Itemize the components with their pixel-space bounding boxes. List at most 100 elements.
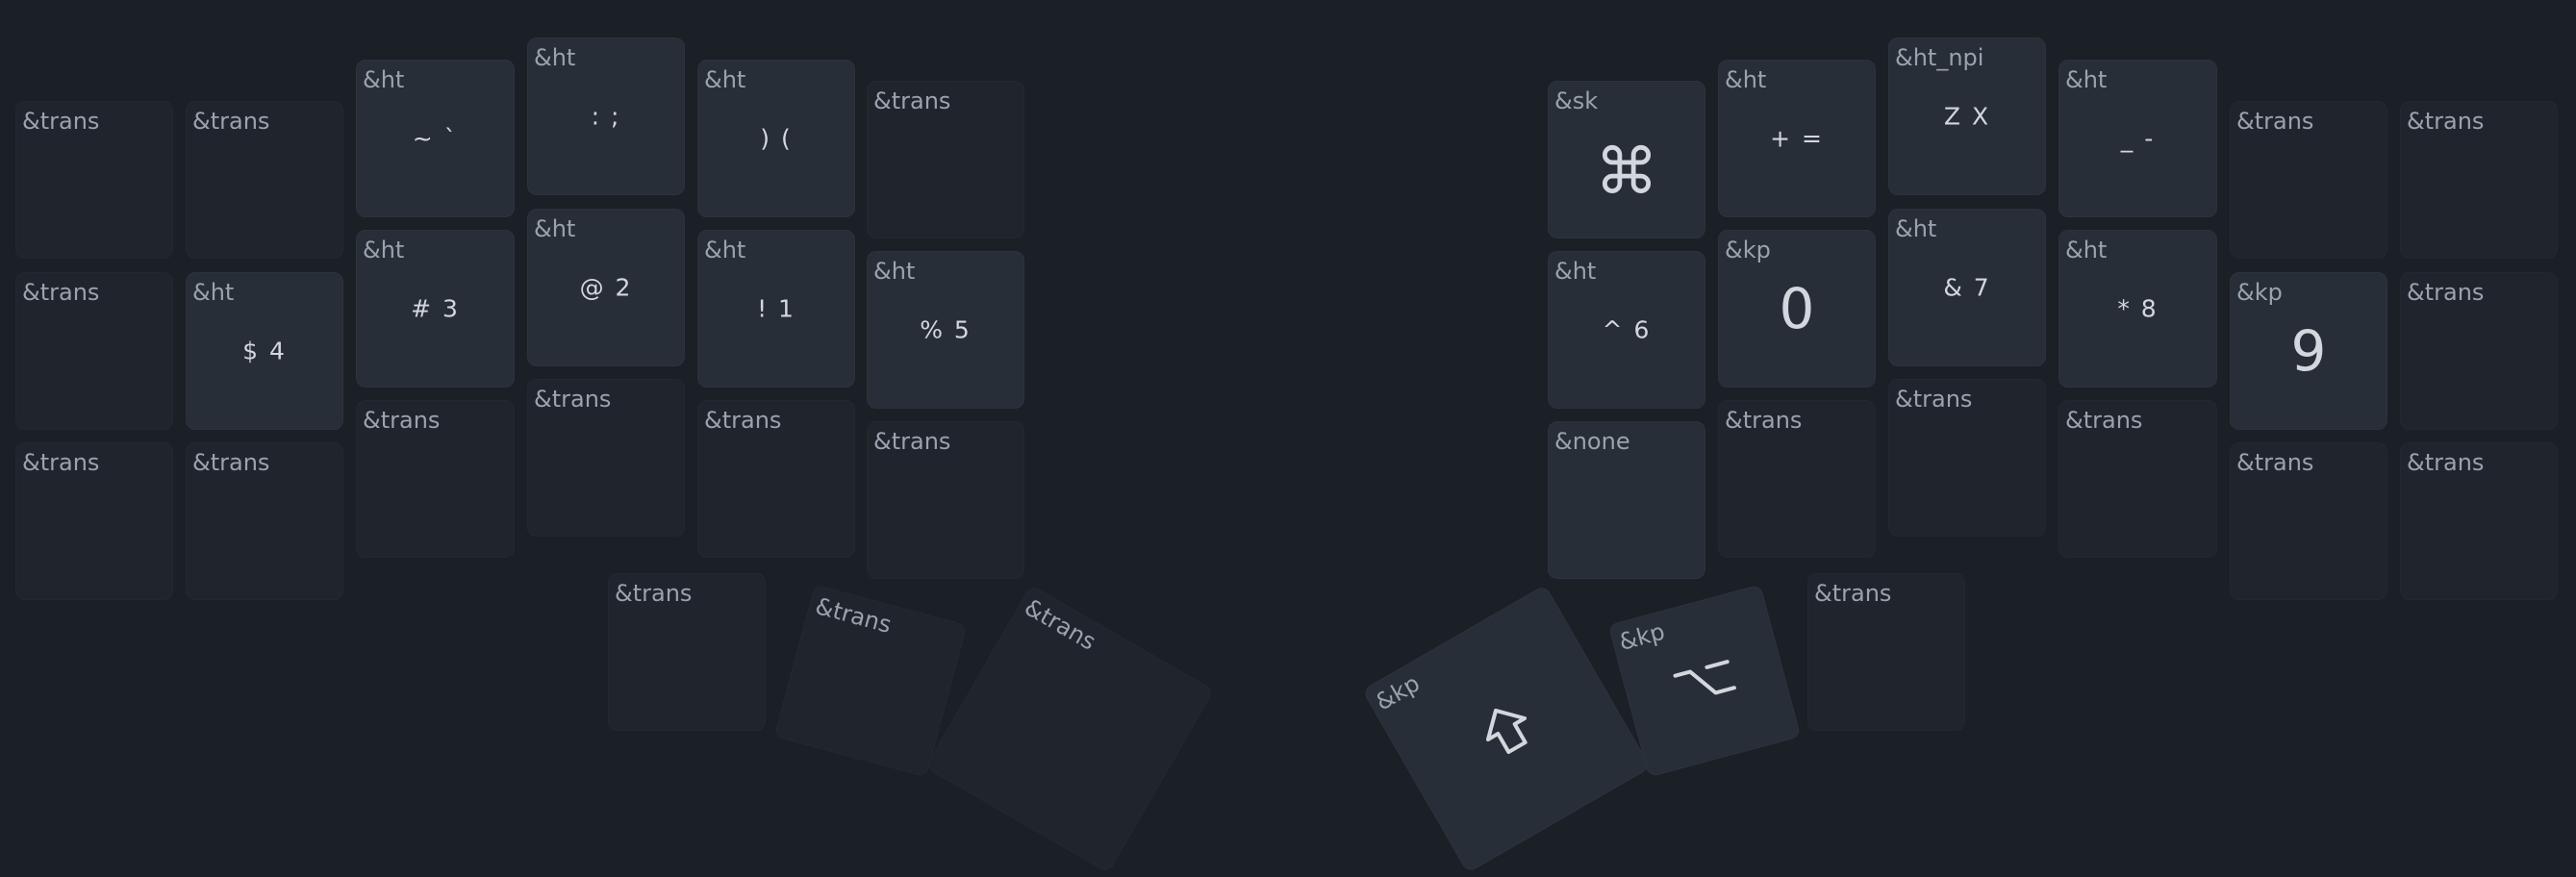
key-l-r1-c1: &ht $ 4 [186, 272, 343, 430]
key-legend: @ 2 [579, 273, 633, 302]
option-icon [1673, 660, 1736, 695]
key-r-r1-c4: &kp 9 [2230, 272, 2387, 430]
key-l-r0-c2: &ht ~ ` [356, 60, 515, 217]
key-r-r2-c0: &none [1548, 421, 1705, 579]
key-l-r2-c4: &trans [697, 400, 855, 558]
key-behavior: &kp [1725, 237, 1771, 263]
key-r-r2-c3: &trans [2058, 400, 2217, 558]
key-r-r0-c4: &trans [2230, 101, 2387, 259]
key-behavior: &trans [873, 428, 951, 455]
key-r-r1-c0: &ht ^ 6 [1548, 251, 1705, 409]
key-behavior: &kp [1616, 617, 1668, 657]
key-behavior: &ht [873, 258, 916, 285]
key-l-r1-c2: &ht # 3 [356, 230, 515, 388]
key-legend: ) ( [760, 124, 793, 153]
key-behavior: &trans [192, 108, 270, 135]
key-behavior: &ht [1554, 258, 1597, 285]
key-l-r0-c1: &trans [186, 101, 343, 259]
key-legend: ⌘ [1595, 134, 1658, 209]
key-r-r2-c4: &trans [2230, 442, 2387, 600]
key-behavior: &none [1554, 428, 1630, 455]
key-r-r1-c1: &kp 0 [1718, 230, 1876, 388]
key-r-r2-c1: &trans [1718, 400, 1876, 558]
key-legend: # 3 [411, 294, 460, 323]
key-behavior: &trans [2236, 108, 2314, 135]
key-behavior: &ht_npi [1895, 44, 1984, 71]
key-r-r0-c2: &ht_npi Z X [1888, 38, 2046, 195]
key-legend: 0 [1779, 276, 1815, 341]
keymap-diagram: &trans &trans &ht ~ ` &ht : ; &ht ) ( &t… [0, 0, 2576, 877]
key-behavior: &trans [1895, 386, 1973, 413]
key-behavior: &ht [363, 66, 405, 93]
key-legend: _ - [2120, 124, 2156, 153]
key-legend: $ 4 [242, 337, 287, 365]
key-behavior: &sk [1554, 88, 1599, 114]
key-legend: % 5 [920, 315, 972, 344]
key-l-thumb-2: &trans [924, 584, 1215, 874]
key-legend: : ; [591, 102, 621, 131]
key-behavior: &ht [1725, 66, 1767, 93]
key-r-r0-c1: &ht + = [1718, 60, 1876, 217]
key-l-r2-c3: &trans [527, 379, 685, 537]
key-legend: ~ ` [412, 124, 459, 153]
key-behavior: &trans [1020, 593, 1100, 656]
key-behavior: &trans [22, 108, 100, 135]
key-behavior: &ht [363, 237, 405, 263]
key-behavior: &trans [2407, 279, 2485, 306]
key-r-thumb-2: &trans [1807, 573, 1965, 731]
key-l-r1-c0: &trans [15, 272, 173, 430]
key-behavior: &trans [873, 88, 951, 114]
key-behavior: &trans [1725, 407, 1803, 434]
key-l-r2-c2: &trans [356, 400, 515, 558]
key-l-thumb-0: &trans [608, 573, 766, 731]
key-behavior: &trans [192, 449, 270, 476]
key-r-r2-c5: &trans [2400, 442, 2558, 600]
key-behavior: &ht [2065, 237, 2108, 263]
key-behavior: &ht [704, 66, 746, 93]
key-legend: 9 [2290, 318, 2327, 384]
key-behavior: &trans [615, 580, 693, 607]
key-behavior: &ht [534, 44, 576, 71]
key-behavior: &trans [812, 592, 895, 639]
key-l-r2-c0: &trans [15, 442, 173, 600]
key-behavior: &ht [534, 215, 576, 242]
key-behavior: &ht [2065, 66, 2108, 93]
key-legend: ^ 6 [1602, 315, 1652, 344]
key-legend: Z X [1943, 102, 1991, 131]
key-l-r0-c3: &ht : ; [527, 38, 685, 195]
key-behavior: &trans [1814, 580, 1892, 607]
key-l-r2-c5: &trans [867, 421, 1024, 579]
key-behavior: &trans [2236, 449, 2314, 476]
key-legend: ! 1 [757, 294, 796, 323]
key-l-r1-c3: &ht @ 2 [527, 209, 685, 366]
key-l-r0-c0: &trans [15, 101, 173, 259]
key-r-r2-c2: &trans [1888, 379, 2046, 537]
key-behavior: &ht [192, 279, 235, 306]
key-behavior: &trans [2407, 108, 2485, 135]
key-l-r0-c5: &trans [867, 81, 1024, 238]
key-l-r1-c5: &ht % 5 [867, 251, 1024, 409]
key-behavior: &trans [22, 279, 100, 306]
key-r-thumb-0: &kp [1361, 584, 1652, 874]
key-l-r0-c4: &ht ) ( [697, 60, 855, 217]
key-r-r1-c2: &ht & 7 [1888, 209, 2046, 366]
key-behavior: &ht [1895, 215, 1937, 242]
key-legend: & 7 [1943, 273, 1991, 302]
key-behavior: &trans [704, 407, 782, 434]
key-legend: * 8 [2117, 294, 2159, 323]
key-behavior: &kp [2236, 279, 2283, 306]
key-behavior: &kp [1371, 669, 1425, 716]
key-l-r2-c1: &trans [186, 442, 343, 600]
key-r-r1-c3: &ht * 8 [2058, 230, 2217, 388]
key-r-r0-c5: &trans [2400, 101, 2558, 259]
key-behavior: &trans [2065, 407, 2143, 434]
key-r-r1-c5: &trans [2400, 272, 2558, 430]
key-legend: + = [1770, 124, 1824, 153]
key-behavior: &trans [2407, 449, 2485, 476]
shift-icon [1485, 708, 1528, 755]
key-l-r1-c4: &ht ! 1 [697, 230, 855, 388]
key-r-r0-c0: &sk ⌘ [1548, 81, 1705, 238]
key-behavior: &trans [22, 449, 100, 476]
key-behavior: &ht [704, 237, 746, 263]
key-behavior: &trans [363, 407, 441, 434]
